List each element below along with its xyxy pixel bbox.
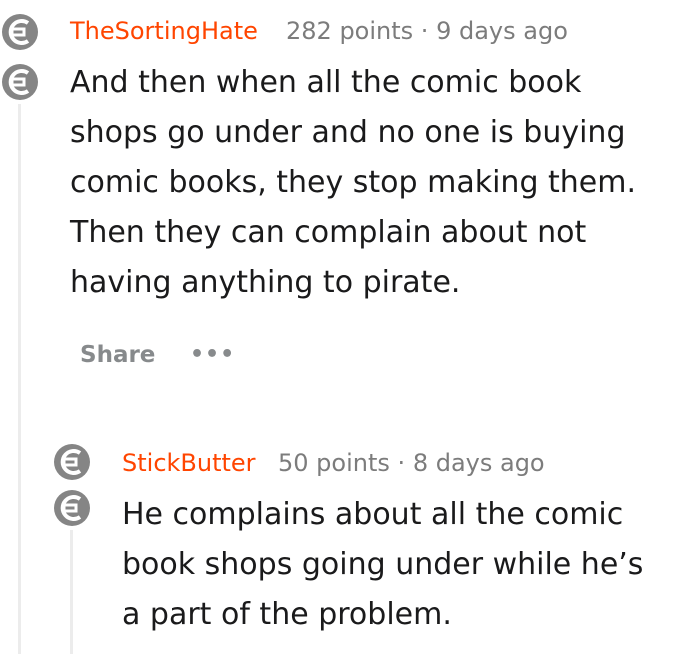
comment-body-line: He complains about all the comic — [122, 497, 624, 532]
comment-age[interactable]: 9 days ago — [436, 17, 568, 45]
user-avatar-icon[interactable] — [52, 442, 92, 482]
comment-author[interactable]: TheSortingHate — [70, 16, 258, 46]
comment-points: 50 points — [278, 449, 390, 477]
comment-body-line: a part of the problem. — [122, 597, 452, 632]
meta-separator: · — [420, 17, 429, 45]
thread-line[interactable] — [70, 530, 73, 654]
thread-line[interactable] — [18, 104, 21, 654]
comment-body-line: Then they can complain about not — [70, 215, 587, 250]
collapse-thread-icon[interactable] — [0, 62, 40, 102]
comment-author[interactable]: StickButter — [122, 448, 256, 478]
user-avatar-icon[interactable] — [0, 12, 40, 52]
comment-body: And then when all the comic book shops g… — [70, 58, 636, 308]
comment-points: 282 points — [286, 17, 414, 45]
comment-meta: 50 points · 8 days ago — [278, 448, 545, 478]
comment-body: He complains about all the comic book sh… — [122, 490, 643, 640]
comment-meta: 282 points · 9 days ago — [286, 16, 568, 46]
comment-body-line: having anything to pirate. — [70, 265, 461, 300]
comment-body-line: book shops going under while he’s — [122, 547, 644, 582]
collapse-thread-icon[interactable] — [52, 488, 92, 528]
comment-body-line: comic books, they stop making them. — [70, 165, 637, 200]
meta-separator: · — [397, 449, 406, 477]
more-options-button[interactable]: ••• — [190, 340, 235, 370]
comment-body-line: And then when all the comic book — [70, 65, 582, 100]
comment-age[interactable]: 8 days ago — [413, 449, 545, 477]
comment-body-line: shops go under and no one is buying — [70, 115, 626, 150]
share-button[interactable]: Share — [80, 340, 155, 370]
